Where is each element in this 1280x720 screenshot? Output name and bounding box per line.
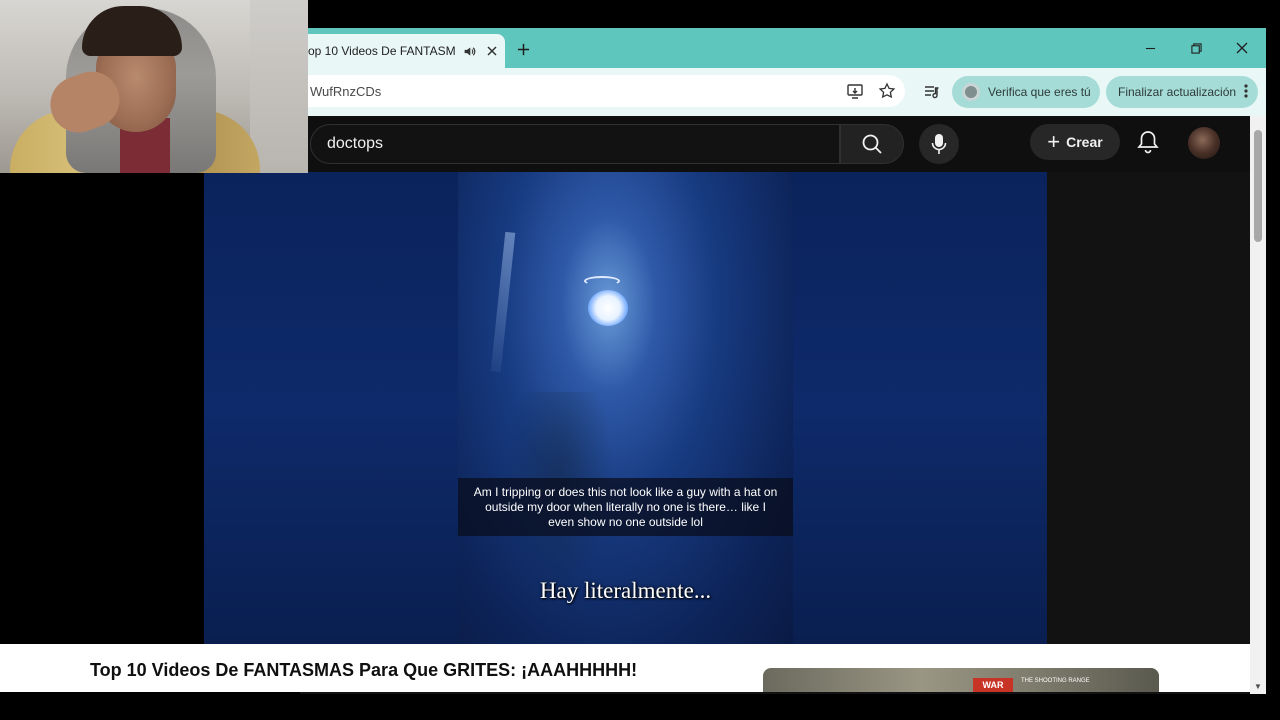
search-value[interactable]: doctops	[327, 135, 383, 153]
address-bar[interactable]: WufRnzCDs	[300, 75, 905, 107]
webcam-wall	[250, 0, 308, 173]
close-window-icon[interactable]	[1224, 36, 1260, 60]
page-scrollbar[interactable]: ▼	[1250, 116, 1266, 694]
verify-identity-button[interactable]: Verifica que eres tú	[952, 76, 1100, 108]
tab-bar: op 10 Videos De FANTASM	[300, 28, 1266, 68]
video-caption-box: Am I tripping or does this not look like…	[458, 478, 793, 536]
tab-active[interactable]: op 10 Videos De FANTASM	[300, 34, 505, 68]
finish-update-label: Finalizar actualización	[1118, 85, 1237, 99]
screen: op 10 Videos De FANTASM WufRnzCDs Verifi…	[0, 0, 1280, 720]
bookmark-star-icon[interactable]	[873, 77, 901, 105]
ad-logo: WAR	[973, 678, 1013, 692]
create-button[interactable]: + Crear	[1030, 124, 1120, 160]
video-blur-right	[793, 172, 1047, 644]
video-blur-left	[204, 172, 458, 644]
url-text[interactable]: WufRnzCDs	[310, 84, 841, 99]
install-app-icon[interactable]	[841, 77, 869, 105]
profile-icon	[962, 83, 980, 101]
minimize-icon[interactable]	[1132, 36, 1168, 60]
verify-label: Verifica que eres tú	[988, 85, 1091, 99]
porch-light-ring	[584, 276, 620, 286]
finish-update-button[interactable]: Finalizar actualización	[1106, 76, 1258, 108]
plus-icon: +	[1047, 129, 1061, 154]
restore-icon[interactable]	[1178, 36, 1214, 60]
speaker-icon[interactable]	[462, 44, 476, 58]
microphone-icon	[931, 134, 947, 154]
porch-light	[588, 290, 628, 326]
media-control-icon[interactable]	[918, 78, 946, 106]
create-label: Crear	[1066, 134, 1103, 150]
video-subtitle: Hay literalmente...	[539, 578, 712, 603]
search-input[interactable]: doctops	[310, 124, 840, 164]
scroll-down-arrow-icon[interactable]: ▼	[1253, 682, 1263, 692]
video-title: Top 10 Videos De FANTASMAS Para Que GRIT…	[90, 660, 638, 680]
video-caption: Am I tripping or does this not look like…	[473, 484, 778, 529]
voice-search-button[interactable]	[919, 124, 959, 164]
search-button[interactable]	[840, 124, 904, 164]
ad-tagline: THE SHOOTING RANGE	[1021, 678, 1090, 684]
account-avatar[interactable]	[1188, 127, 1220, 159]
new-tab-button[interactable]	[512, 38, 534, 60]
browser-toolbar: WufRnzCDs Verifica que eres tú Finalizar…	[300, 68, 1266, 116]
more-vert-icon[interactable]	[1244, 83, 1248, 101]
tab-title: op 10 Videos De FANTASM	[308, 44, 456, 58]
youtube-header: doctops + Crear	[300, 116, 1250, 172]
search-icon	[862, 134, 882, 154]
video-info-section: Top 10 Videos De FANTASMAS Para Que GRIT…	[0, 644, 1250, 692]
video-player[interactable]: Am I tripping or does this not look like…	[204, 172, 1047, 644]
scrollbar-thumb[interactable]	[1254, 130, 1262, 242]
webcam-overlay	[0, 0, 308, 173]
close-tab-icon[interactable]	[484, 43, 500, 59]
sponsored-ad-thumbnail[interactable]: WAR THE SHOOTING RANGE	[763, 668, 1159, 692]
notifications-bell-icon[interactable]	[1132, 126, 1164, 158]
